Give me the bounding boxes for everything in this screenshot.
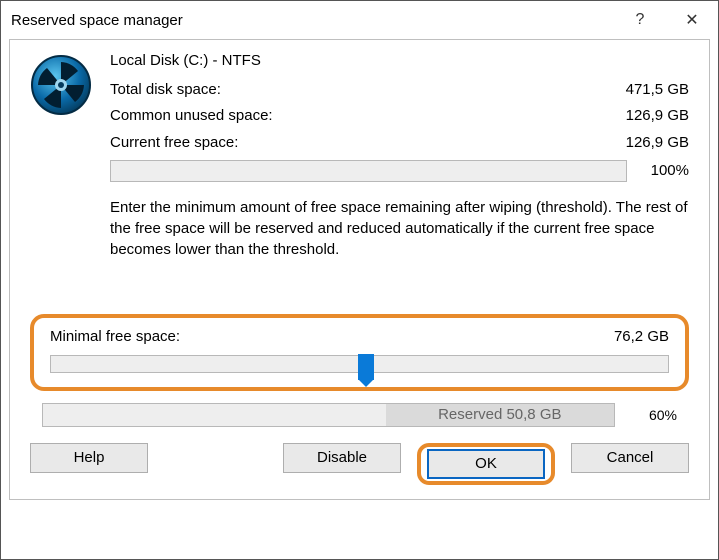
- reserved-fill-label: Reserved 50,8 GB: [386, 404, 614, 426]
- disable-button[interactable]: Disable: [283, 443, 401, 473]
- total-label: Total disk space:: [110, 79, 221, 102]
- cancel-button[interactable]: Cancel: [571, 443, 689, 473]
- stat-free: Current free space: 126,9 GB: [110, 132, 689, 155]
- unused-value: 126,9 GB: [626, 105, 689, 128]
- free-value: 126,9 GB: [626, 132, 689, 155]
- ok-highlight: OK: [417, 443, 555, 485]
- help-icon[interactable]: ?: [614, 1, 666, 39]
- free-progress-bar: [110, 160, 627, 182]
- stat-unused: Common unused space: 126,9 GB: [110, 105, 689, 128]
- disk-icon: [30, 50, 110, 260]
- free-label: Current free space:: [110, 132, 238, 155]
- titlebar: Reserved space manager ? ✕: [1, 1, 718, 39]
- slider-label: Minimal free space:: [50, 328, 180, 345]
- free-progress-row: 100%: [110, 160, 689, 183]
- free-progress-pct: 100%: [637, 160, 689, 183]
- unused-label: Common unused space:: [110, 105, 273, 128]
- slider-thumb[interactable]: [358, 354, 374, 380]
- ok-button[interactable]: OK: [427, 449, 545, 479]
- button-row: Help Disable OK Cancel: [30, 443, 689, 485]
- help-button[interactable]: Help: [30, 443, 148, 473]
- reserved-pct: 60%: [625, 407, 677, 423]
- window-title: Reserved space manager: [11, 12, 614, 29]
- instructions-text: Enter the minimum amount of free space r…: [110, 197, 689, 260]
- total-value: 471,5 GB: [626, 79, 689, 102]
- stat-total: Total disk space: 471,5 GB: [110, 79, 689, 102]
- reserved-row: Reserved 50,8 GB 60%: [30, 403, 689, 427]
- disk-name: Local Disk (C:) - NTFS: [110, 50, 689, 73]
- dialog-content: Local Disk (C:) - NTFS Total disk space:…: [9, 39, 710, 500]
- minimal-free-highlight: Minimal free space: 76,2 GB: [30, 314, 689, 391]
- reserved-bar: Reserved 50,8 GB: [42, 403, 615, 427]
- slider-value: 76,2 GB: [614, 328, 669, 345]
- window-frame: Reserved space manager ? ✕: [0, 0, 719, 560]
- close-icon[interactable]: ✕: [666, 1, 718, 39]
- minimal-free-slider[interactable]: [50, 355, 669, 373]
